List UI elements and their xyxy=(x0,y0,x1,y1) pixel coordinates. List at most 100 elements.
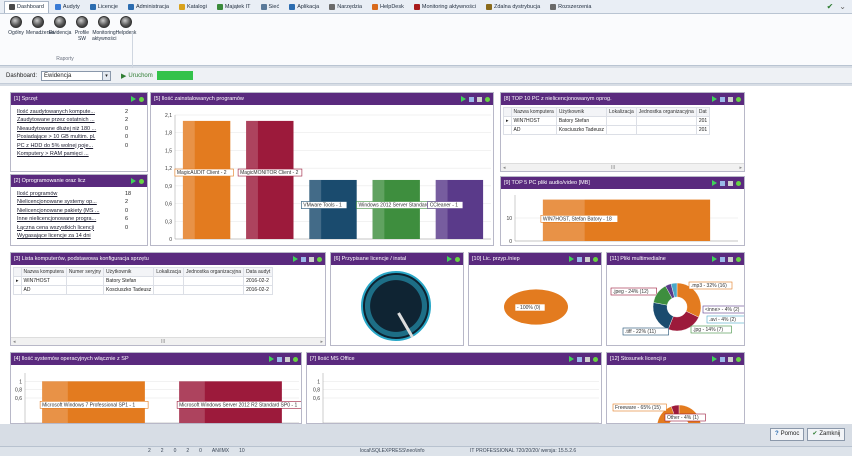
list-item-label[interactable]: Inne nielicencjonowane progra... xyxy=(17,215,117,223)
scroll-left-icon[interactable]: ◂ xyxy=(503,164,506,171)
column-header[interactable]: Jednostka organizacyjna xyxy=(635,107,697,117)
report-button-1[interactable]: Menadżerski xyxy=(26,16,54,36)
list-item[interactable]: PC z HDD do 5% wolnej poje... 0 xyxy=(17,142,141,150)
tab-11[interactable]: Zdalna dystrybucja xyxy=(482,1,544,13)
refresh-icon[interactable] xyxy=(593,256,598,262)
report-button-2[interactable]: Ewidencja xyxy=(48,16,72,36)
tab-12[interactable]: Rozszerzenia xyxy=(546,1,595,13)
column-header[interactable]: Użytkownik xyxy=(103,267,155,277)
export-icon[interactable] xyxy=(720,180,725,186)
tab-1[interactable]: Audyty xyxy=(51,1,84,13)
play-icon[interactable] xyxy=(712,180,717,186)
list-item[interactable]: Komputery > RAM pamięci ... xyxy=(17,150,141,158)
report-button-5[interactable]: Helpdesk xyxy=(114,16,138,36)
export-icon[interactable] xyxy=(277,356,282,362)
print-icon[interactable] xyxy=(477,96,482,102)
list-item[interactable]: Nielicencjonowane systemy op... 2 xyxy=(17,198,141,206)
list-item-label[interactable]: Łączna cena wszystkich licencji xyxy=(17,224,117,232)
list-item-label[interactable]: Nieaudytowane dłużej niż 180 ... xyxy=(17,125,117,133)
list-item-label[interactable]: Posiadające > 10 GB multim. pl. xyxy=(17,133,117,141)
list-item-label[interactable]: Nielicencjonowane pakiety (MS ... xyxy=(17,207,117,215)
refresh-icon[interactable] xyxy=(485,96,490,102)
list-item[interactable]: Wygasające licencje za 14 dni xyxy=(17,232,141,240)
print-icon[interactable] xyxy=(728,256,733,262)
scroll-right-icon[interactable]: ▸ xyxy=(320,338,323,345)
print-icon[interactable] xyxy=(285,356,290,362)
list-item-label[interactable]: Zaudytowane przez ostatnich ... xyxy=(17,116,117,124)
list-item[interactable]: Nieaudytowane dłużej niż 180 ... 0 xyxy=(17,125,141,133)
tab-9[interactable]: HelpDesk xyxy=(368,1,408,13)
tab-0[interactable]: Dashboard xyxy=(4,0,49,13)
tab-2[interactable]: Licencje xyxy=(86,1,122,13)
play-icon[interactable] xyxy=(569,356,574,362)
horizontal-scrollbar[interactable]: ◂ III ▸ xyxy=(501,163,744,171)
list-item[interactable]: Zaudytowane przez ostatnich ... 2 xyxy=(17,116,141,124)
print-icon[interactable] xyxy=(585,256,590,262)
refresh-icon[interactable] xyxy=(455,256,460,262)
column-header[interactable]: Dat xyxy=(695,107,711,117)
run-button[interactable]: ▶ Uruchom xyxy=(121,72,153,80)
tab-7[interactable]: Aplikacja xyxy=(285,1,323,13)
print-icon[interactable] xyxy=(728,96,733,102)
list-item[interactable]: Posiadające > 10 GB multim. pl. 0 xyxy=(17,133,141,141)
play-icon[interactable] xyxy=(712,256,717,262)
table-row[interactable]: AD Kosciuszko Tadeusz 2016-02-2 xyxy=(13,285,274,295)
list-item-label[interactable]: Ilość programów xyxy=(17,190,117,198)
list-item[interactable]: Inne nielicencjonowane progra... 6 xyxy=(17,215,141,223)
print-icon[interactable] xyxy=(728,180,733,186)
list-item-label[interactable]: Komputery > RAM pamięci ... xyxy=(17,150,117,158)
export-icon[interactable] xyxy=(720,256,725,262)
list-item-label[interactable]: PC z HDD do 5% wolnej poje... xyxy=(17,142,117,150)
refresh-icon[interactable] xyxy=(736,96,741,102)
export-icon[interactable] xyxy=(469,96,474,102)
refresh-icon[interactable] xyxy=(736,256,741,262)
column-header[interactable]: Numer seryjny xyxy=(65,267,105,277)
column-header[interactable]: Lokalizacja xyxy=(153,267,185,277)
report-button-3[interactable]: Profile SW xyxy=(70,16,94,42)
export-icon[interactable] xyxy=(301,256,306,262)
report-button-4[interactable]: Monitoring aktywności xyxy=(92,16,116,42)
column-header[interactable]: Nazwa komputera xyxy=(20,267,67,277)
tab-4[interactable]: Katalogi xyxy=(175,1,211,13)
list-item[interactable]: Ilość zaudytowanych kompute... 2 xyxy=(17,108,141,116)
dropdown-arrow-icon[interactable]: ▾ xyxy=(102,71,111,80)
print-icon[interactable] xyxy=(309,256,314,262)
play-icon[interactable] xyxy=(293,256,298,262)
tab-3[interactable]: Administracja xyxy=(124,1,173,13)
tab-10[interactable]: Monitoring aktywności xyxy=(410,1,480,13)
column-header[interactable]: Lokalizacja xyxy=(606,107,637,117)
play-icon[interactable] xyxy=(131,178,136,184)
report-button-0[interactable]: Ogólny xyxy=(4,16,28,36)
export-icon[interactable] xyxy=(720,356,725,362)
play-icon[interactable] xyxy=(712,356,717,362)
refresh-icon[interactable] xyxy=(139,96,144,102)
scroll-thumb[interactable]: III xyxy=(161,338,165,345)
print-icon[interactable] xyxy=(585,356,590,362)
refresh-icon[interactable] xyxy=(293,356,298,362)
play-icon[interactable] xyxy=(712,96,717,102)
play-icon[interactable] xyxy=(461,96,466,102)
tab-6[interactable]: Sieć xyxy=(257,1,284,13)
tab-8[interactable]: Narzędzia xyxy=(325,1,366,13)
print-icon[interactable] xyxy=(728,356,733,362)
collapse-ribbon-icon[interactable]: ⌄ xyxy=(839,2,846,11)
tab-5[interactable]: Majątek IT xyxy=(213,1,255,13)
play-icon[interactable] xyxy=(447,256,452,262)
play-icon[interactable] xyxy=(131,96,136,102)
list-item[interactable]: Nielicencjonowane pakiety (MS ... 0 xyxy=(17,207,141,215)
export-icon[interactable] xyxy=(577,256,582,262)
close-button[interactable]: ✔ Zamknij xyxy=(807,428,846,441)
play-icon[interactable] xyxy=(269,356,274,362)
list-item-label[interactable]: Nielicencjonowane systemy op... xyxy=(17,198,117,206)
refresh-icon[interactable] xyxy=(139,178,144,184)
checkmark-icon[interactable]: ✔ xyxy=(827,2,834,11)
horizontal-scrollbar[interactable]: ◂ III ▸ xyxy=(11,337,325,345)
column-header[interactable]: Użytkownik xyxy=(555,107,608,117)
list-item[interactable]: Łączna cena wszystkich licencji 0 xyxy=(17,224,141,232)
refresh-icon[interactable] xyxy=(736,180,741,186)
column-header[interactable]: Jednostka organizacyjna xyxy=(183,267,245,277)
table-row[interactable]: ▸ WIN7HOST Batory Stefan 201 xyxy=(503,116,711,126)
refresh-icon[interactable] xyxy=(317,256,322,262)
list-item-label[interactable]: Wygasające licencje za 14 dni xyxy=(17,232,117,240)
scroll-thumb[interactable]: III xyxy=(611,164,615,171)
